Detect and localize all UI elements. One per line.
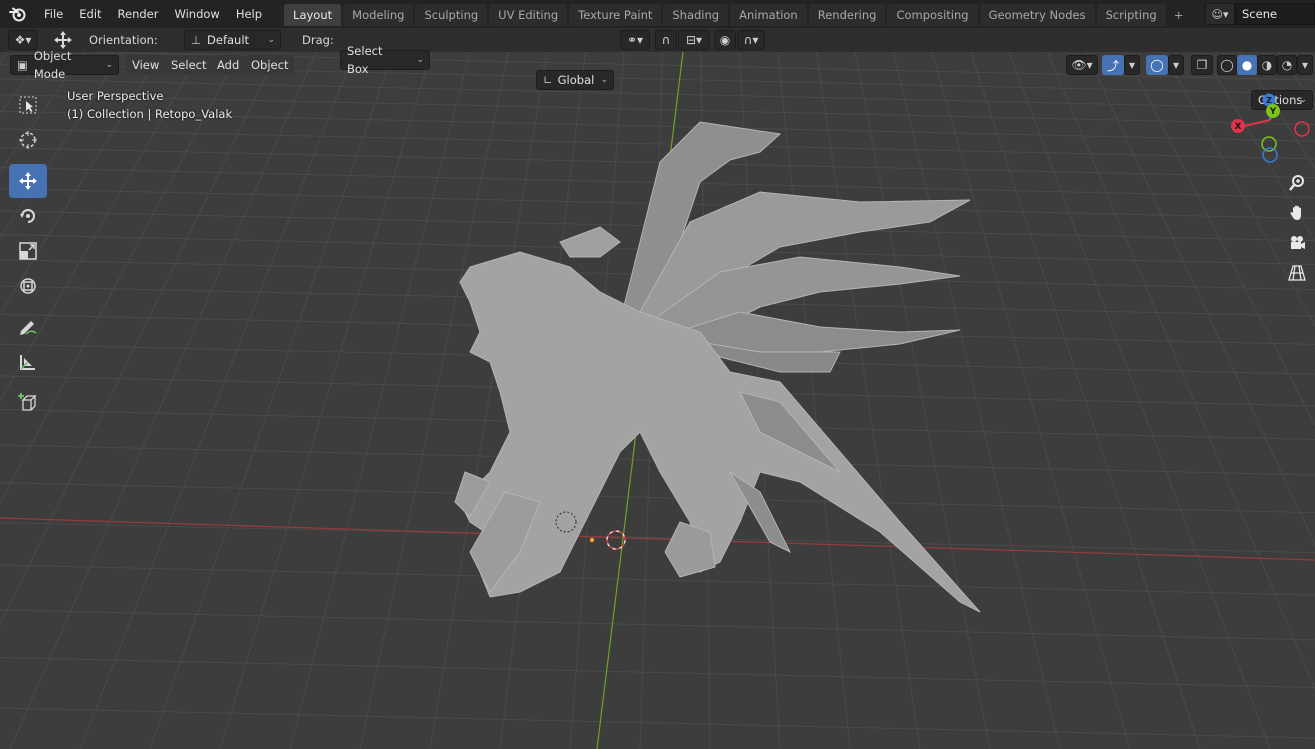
object-mode-icon: ▣ xyxy=(17,58,28,72)
drag-label: Drag: xyxy=(302,33,334,47)
visibility-eye-icon[interactable]: 👁▾ xyxy=(1066,55,1098,75)
scene-name-field[interactable]: Scene xyxy=(1235,3,1315,25)
gizmo-y-label: Y xyxy=(1269,107,1277,117)
scene-selector: ☺▾ Scene xyxy=(1205,3,1315,25)
add-workspace-button[interactable]: + xyxy=(1168,4,1190,26)
workspace-tabs: Layout Modeling Sculpting UV Editing Tex… xyxy=(284,2,1190,26)
grid-line xyxy=(0,707,1315,739)
chevron-down-icon: ⌄ xyxy=(267,35,275,45)
tool-settings-header: ❖▾ Orientation: ⊥ Default ⌄ Drag: Select… xyxy=(0,28,1315,110)
perspective-ortho-icon[interactable] xyxy=(1284,260,1310,286)
cursor-icon[interactable] xyxy=(9,123,47,157)
solid-shading-icon[interactable]: ● xyxy=(1237,55,1257,75)
grid-line xyxy=(854,52,991,749)
add-cube-icon[interactable] xyxy=(9,386,47,420)
collection-object-label: (1) Collection | Retopo_Valak xyxy=(67,107,233,121)
menu-select[interactable]: Select xyxy=(165,55,213,75)
menu-edit[interactable]: Edit xyxy=(71,0,109,28)
snap-target-icon[interactable]: ⊟▾ xyxy=(678,30,710,50)
orientation-label: Orientation: xyxy=(89,33,158,47)
grid-line xyxy=(0,522,1315,554)
grid-line xyxy=(0,52,9,63)
menu-render[interactable]: Render xyxy=(110,0,167,28)
viewport-info-text: User Perspective (1) Collection | Retopo… xyxy=(67,87,232,123)
chevron-down-icon: ⌄ xyxy=(105,60,113,70)
view-perspective-label: User Perspective xyxy=(67,89,164,103)
grid-line xyxy=(0,656,1315,688)
zoom-icon[interactable] xyxy=(1284,170,1310,196)
annotate-icon[interactable] xyxy=(9,310,47,344)
menu-file[interactable]: File xyxy=(36,0,71,28)
overlays-toggle-icon[interactable]: ◯ xyxy=(1146,55,1168,75)
tab-texture-paint[interactable]: Texture Paint xyxy=(569,4,662,26)
grid-line xyxy=(9,52,317,749)
grid-line xyxy=(0,128,1315,160)
move-icon[interactable] xyxy=(9,164,47,198)
snap-toggle-icon[interactable]: ∩ xyxy=(655,30,677,50)
grid-line xyxy=(816,52,921,749)
select-box-icon[interactable] xyxy=(9,88,47,122)
overlays-dropdown-icon[interactable]: ▾ xyxy=(1168,55,1184,75)
3d-viewport[interactable] xyxy=(0,52,1315,749)
menu-window[interactable]: Window xyxy=(166,0,227,28)
pan-hand-icon[interactable] xyxy=(1284,200,1310,226)
x-axis-line xyxy=(0,517,1315,561)
orientation-icon: ⊥ xyxy=(191,33,202,47)
gizmo-z-label: Z xyxy=(1266,96,1272,105)
tab-uv-editing[interactable]: UV Editing xyxy=(489,4,568,26)
grid-line xyxy=(149,52,394,749)
pivot-point-icon[interactable]: ⚭▾ xyxy=(620,30,650,50)
menu-object[interactable]: Object xyxy=(245,55,295,75)
scene-browse-icon[interactable]: ☺▾ xyxy=(1205,3,1235,25)
shading-dropdown-icon[interactable]: ▾ xyxy=(1297,55,1313,75)
mode-dropdown[interactable]: ▣ Object Mode ⌄ xyxy=(10,49,119,81)
tab-modeling[interactable]: Modeling xyxy=(343,4,414,26)
viewport-grid xyxy=(0,52,1315,749)
top-menu-bar: File Edit Render Window Help Layout Mode… xyxy=(0,0,1315,28)
tab-rendering[interactable]: Rendering xyxy=(808,4,886,26)
tab-geometry-nodes[interactable]: Geometry Nodes xyxy=(979,4,1095,26)
tab-layout[interactable]: Layout xyxy=(284,4,342,26)
tab-sculpting[interactable]: Sculpting xyxy=(415,4,488,26)
mesh-object-silhouette[interactable] xyxy=(454,121,981,613)
material-shading-icon[interactable]: ◑ xyxy=(1257,55,1277,75)
gizmo-x-label: X xyxy=(1235,122,1242,132)
object-origin-dot xyxy=(589,537,595,543)
rotate-icon[interactable] xyxy=(9,199,47,233)
wireframe-shading-icon[interactable]: ◯ xyxy=(1217,55,1237,75)
orientation-dropdown[interactable]: ⊥ Default ⌄ xyxy=(184,30,281,50)
tab-animation[interactable]: Animation xyxy=(730,4,807,26)
menu-add[interactable]: Add xyxy=(211,55,246,75)
viewport-header: ▣ Object Mode ⌄ View Select Add Object 👁… xyxy=(0,49,1315,81)
xray-toggle-icon[interactable]: ❐ xyxy=(1191,55,1213,75)
blender-logo-icon[interactable] xyxy=(0,0,36,28)
rendered-shading-icon[interactable]: ◔ xyxy=(1277,55,1297,75)
scale-icon[interactable] xyxy=(9,234,47,268)
gizmo-neg-z-axis[interactable] xyxy=(1262,147,1278,163)
gizmo-dropdown-icon[interactable]: ▾ xyxy=(1124,55,1140,75)
proportional-edit-icon[interactable]: ◉ xyxy=(714,30,736,50)
grid-line xyxy=(79,52,355,749)
measure-icon[interactable] xyxy=(9,345,47,379)
menu-view[interactable]: View xyxy=(126,55,166,75)
left-toolbar xyxy=(9,88,47,421)
mode-value: Object Mode xyxy=(33,49,72,81)
tab-scripting[interactable]: Scripting xyxy=(1096,4,1166,26)
gizmo-toggle-icon[interactable]: ⤴ xyxy=(1102,55,1124,75)
menu-help[interactable]: Help xyxy=(228,0,270,28)
grid-line xyxy=(893,52,1061,749)
camera-view-icon[interactable] xyxy=(1284,230,1310,256)
falloff-icon[interactable]: ∩▾ xyxy=(737,30,765,50)
orientation-value: Default xyxy=(207,33,250,47)
tab-compositing[interactable]: Compositing xyxy=(887,4,978,26)
tab-shading[interactable]: Shading xyxy=(663,4,729,26)
navigation-gizmo[interactable]: Z X Y xyxy=(1222,90,1315,170)
grid-line xyxy=(0,609,1315,641)
grid-line xyxy=(0,564,1315,596)
gizmo-neg-x-axis[interactable] xyxy=(1294,121,1310,137)
transform-icon[interactable] xyxy=(9,269,47,303)
